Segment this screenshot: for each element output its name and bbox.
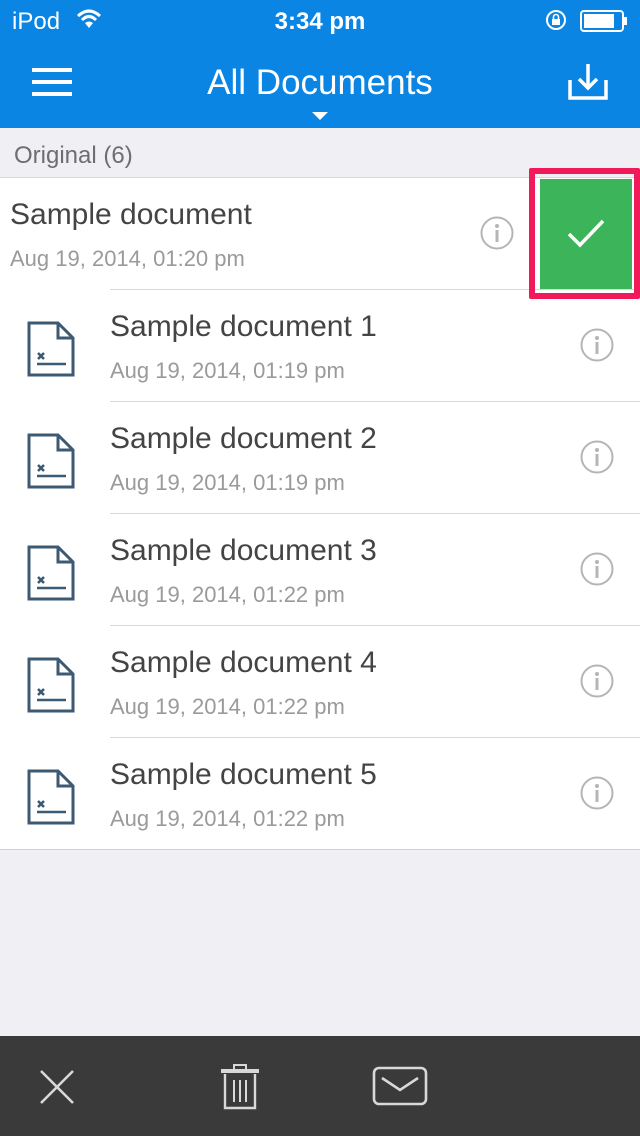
document-date: Aug 19, 2014, 01:20 pm	[10, 246, 245, 271]
page-title: All Documents	[207, 63, 433, 102]
document-row[interactable]: Sample document 1 Aug 19, 2014, 01:19 pm	[0, 290, 640, 402]
info-circle-icon[interactable]	[580, 552, 614, 586]
document-date: Aug 19, 2014, 01:22 pm	[110, 694, 345, 719]
document-title: Sample document 5	[110, 758, 377, 791]
battery-icon	[580, 10, 627, 32]
close-x-icon[interactable]	[38, 1068, 76, 1106]
document-date: Aug 19, 2014, 01:19 pm	[110, 470, 345, 495]
document-title: Sample document 3	[110, 534, 377, 567]
info-circle-icon[interactable]	[580, 328, 614, 362]
hamburger-menu-icon[interactable]	[30, 64, 74, 100]
document-row[interactable]: Sample document 3 Aug 19, 2014, 01:22 pm	[0, 514, 640, 626]
document-row[interactable]: Sample document 4 Aug 19, 2014, 01:22 pm	[0, 626, 640, 738]
bottom-toolbar	[0, 1036, 640, 1136]
rotation-lock-icon	[546, 10, 566, 30]
document-title: Sample document 2	[110, 422, 377, 455]
navigation-bar: iPod 3:34 pm All Documents	[0, 0, 640, 128]
document-sign-icon	[27, 433, 75, 489]
document-sign-icon	[27, 545, 75, 601]
info-circle-icon[interactable]	[480, 216, 514, 250]
document-sign-icon	[27, 657, 75, 713]
document-date: Aug 19, 2014, 01:19 pm	[110, 358, 345, 383]
document-date: Aug 19, 2014, 01:22 pm	[110, 806, 345, 831]
document-sign-icon	[27, 769, 75, 825]
document-sign-icon	[27, 321, 75, 377]
section-label: Original (6)	[14, 142, 133, 169]
document-title: Sample document 4	[110, 646, 377, 679]
trash-icon[interactable]	[220, 1064, 260, 1110]
document-title: Sample document	[10, 198, 252, 231]
info-circle-icon[interactable]	[580, 664, 614, 698]
info-circle-icon[interactable]	[580, 440, 614, 474]
envelope-icon[interactable]	[372, 1066, 428, 1106]
caret-down-icon	[312, 112, 328, 120]
document-date: Aug 19, 2014, 01:22 pm	[110, 582, 345, 607]
download-tray-icon[interactable]	[566, 62, 610, 102]
title-dropdown[interactable]: All Documents	[120, 60, 520, 124]
select-checkmark-button[interactable]	[540, 179, 632, 289]
checkmark-icon	[567, 219, 605, 248]
info-circle-icon[interactable]	[580, 776, 614, 810]
document-row[interactable]: Sample document 2 Aug 19, 2014, 01:19 pm	[0, 402, 640, 514]
document-row[interactable]: Sample document 5 Aug 19, 2014, 01:22 pm	[0, 738, 640, 850]
document-title: Sample document 1	[110, 310, 377, 343]
status-bar: iPod 3:34 pm	[0, 0, 640, 40]
